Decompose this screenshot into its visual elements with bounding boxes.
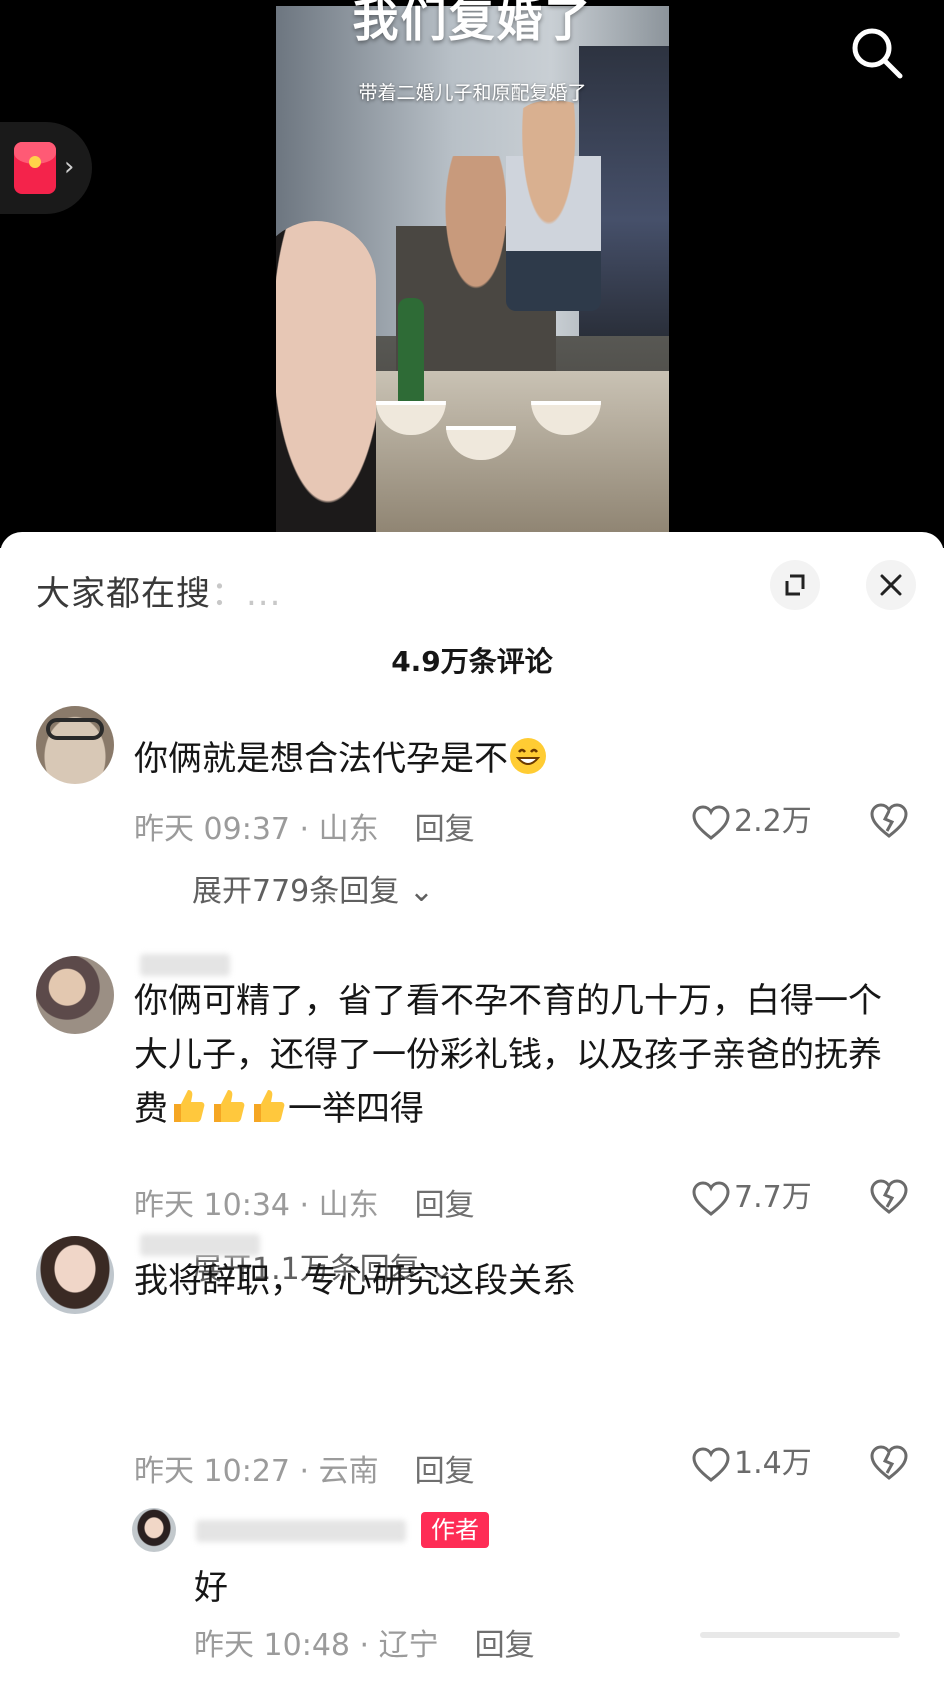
author-avatar[interactable] [132,1508,176,1552]
trending-search-bar[interactable]: 大家都在搜：... [36,566,281,615]
author-badge: 作者 [421,1512,489,1548]
reply-button[interactable]: 回复 [415,1454,475,1489]
chevron-right-icon: › [64,152,75,182]
comment-time-location: 昨天 09:37 · 山东 [134,812,379,847]
dislike-button[interactable] [870,1444,908,1482]
chevron-down-icon: ⌄ [408,874,434,909]
username-redacted [140,954,230,976]
expand-button[interactable] [770,560,820,610]
reply-text[interactable]: 好 [194,1564,228,1612]
comment-text[interactable]: 你俩可精了，省了看不孕不育的几十万，白得一个大儿子，还得了一份彩礼钱，以及孩子亲… [134,974,894,1136]
avatar-glasses [46,718,104,740]
video-person-woman [276,221,376,534]
like-button[interactable]: 7.7万 [692,1178,812,1218]
like-button[interactable]: 1.4万 [692,1444,812,1484]
home-indicator [700,1632,900,1638]
heart-icon [692,1446,730,1482]
dislike-button[interactable] [870,1178,908,1216]
heart-icon [692,1180,730,1216]
reply-meta: 昨天 10:48 · 辽宁 回复 [194,1620,535,1664]
avatar[interactable] [36,956,114,1034]
comment-text[interactable]: 你俩就是想合法代孕是不 [134,732,894,786]
comment-meta: 昨天 09:37 · 山东 回复 [134,804,475,848]
trending-search-term[interactable]: ：... [211,574,281,614]
trending-search-label: 大家都在搜 [36,574,211,614]
red-packet-icon [14,142,56,194]
like-button[interactable]: 2.2万 [692,802,812,842]
search-icon[interactable] [848,24,906,82]
expand-icon [785,574,805,596]
comment-meta: 昨天 10:27 · 云南 回复 [134,1446,475,1490]
thumbs-up-emoji [174,1090,205,1122]
expand-replies-button[interactable]: 展开779条回复 ⌄ [192,866,434,910]
broken-heart-icon [870,1179,908,1214]
reply-time-location: 昨天 10:48 · 辽宁 [194,1628,439,1663]
heart-icon [692,804,730,840]
close-icon [880,574,902,596]
video-person-child [506,101,601,311]
avatar[interactable] [36,1236,114,1314]
video-subtitle: 带着二婚儿子和原配复婚了 [358,82,587,104]
like-count: 1.4万 [734,1446,812,1481]
username-redacted [196,1520,406,1542]
comment-meta: 昨天 10:34 · 山东 回复 [134,1180,475,1224]
comment-sheet: 大家都在搜：... 4.9万条评论 你俩就是想合法代孕是不 昨天 09:37 ·… [0,532,944,1697]
comment-count: 4.9万条评论 [391,645,553,678]
comment-text[interactable]: 我将辞职，专心研究这段关系 [134,1254,894,1308]
broken-heart-icon [870,803,908,838]
avatar[interactable] [36,706,114,784]
video-title: 我们复婚了 [352,0,593,47]
thumbs-up-emoji [254,1090,285,1122]
video-player[interactable]: 我们复婚了 带着二婚儿子和原配复婚了 › [0,0,944,548]
reply-button[interactable]: 回复 [415,1188,475,1223]
dislike-button[interactable] [870,802,908,840]
red-packet-button[interactable]: › [0,122,92,214]
comment-time-location: 昨天 10:27 · 云南 [134,1454,379,1489]
comment-time-location: 昨天 10:34 · 山东 [134,1188,379,1223]
close-button[interactable] [866,560,916,610]
reply-button[interactable]: 回复 [415,812,475,847]
reply-button[interactable]: 回复 [475,1628,535,1663]
broken-heart-icon [870,1445,908,1480]
thumbs-up-emoji [214,1090,245,1122]
grinning-face-emoji [510,738,546,774]
like-count: 7.7万 [734,1180,812,1215]
like-count: 2.2万 [734,804,812,839]
username-redacted [140,1234,260,1256]
